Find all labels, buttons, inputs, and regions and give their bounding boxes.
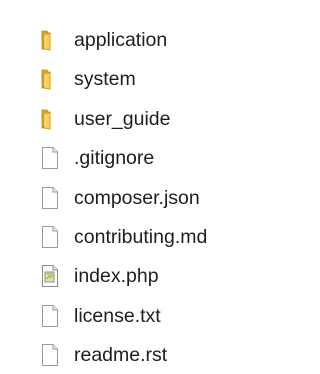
list-item-file-composer-json[interactable]: composer.json [0,177,285,216]
list-item-file-readme-rst[interactable]: readme.rst [0,334,285,373]
item-label: license.txt [74,304,161,327]
item-label: user_guide [74,107,171,130]
list-item-file-index-php[interactable]: index.php [0,255,285,294]
item-label: .gitignore [74,147,155,170]
item-label: readme.rst [74,344,168,367]
file-icon [38,146,62,170]
list-item-file-license-txt[interactable]: license.txt [0,295,285,334]
list-item-file-gitignore[interactable]: .gitignore [0,137,285,176]
item-label: index.php [74,265,159,288]
list-item-folder-application[interactable]: application [0,19,285,58]
file-icon [38,225,62,249]
list-item-folder-system[interactable]: system [0,58,285,97]
folder-icon [38,28,62,52]
file-icon [38,304,62,328]
folder-icon [38,67,62,91]
list-item-file-contributing-md[interactable]: contributing.md [0,216,285,255]
file-list: application system user_guide .gitignore… [0,19,285,374]
list-item-folder-user-guide[interactable]: user_guide [0,98,285,137]
php-file-icon [38,264,62,288]
file-icon [38,186,62,210]
item-label: system [74,68,136,91]
file-icon [38,343,62,367]
item-label: application [74,29,168,51]
item-label: contributing.md [74,225,208,248]
item-label: composer.json [74,186,200,209]
folder-icon [38,107,62,131]
